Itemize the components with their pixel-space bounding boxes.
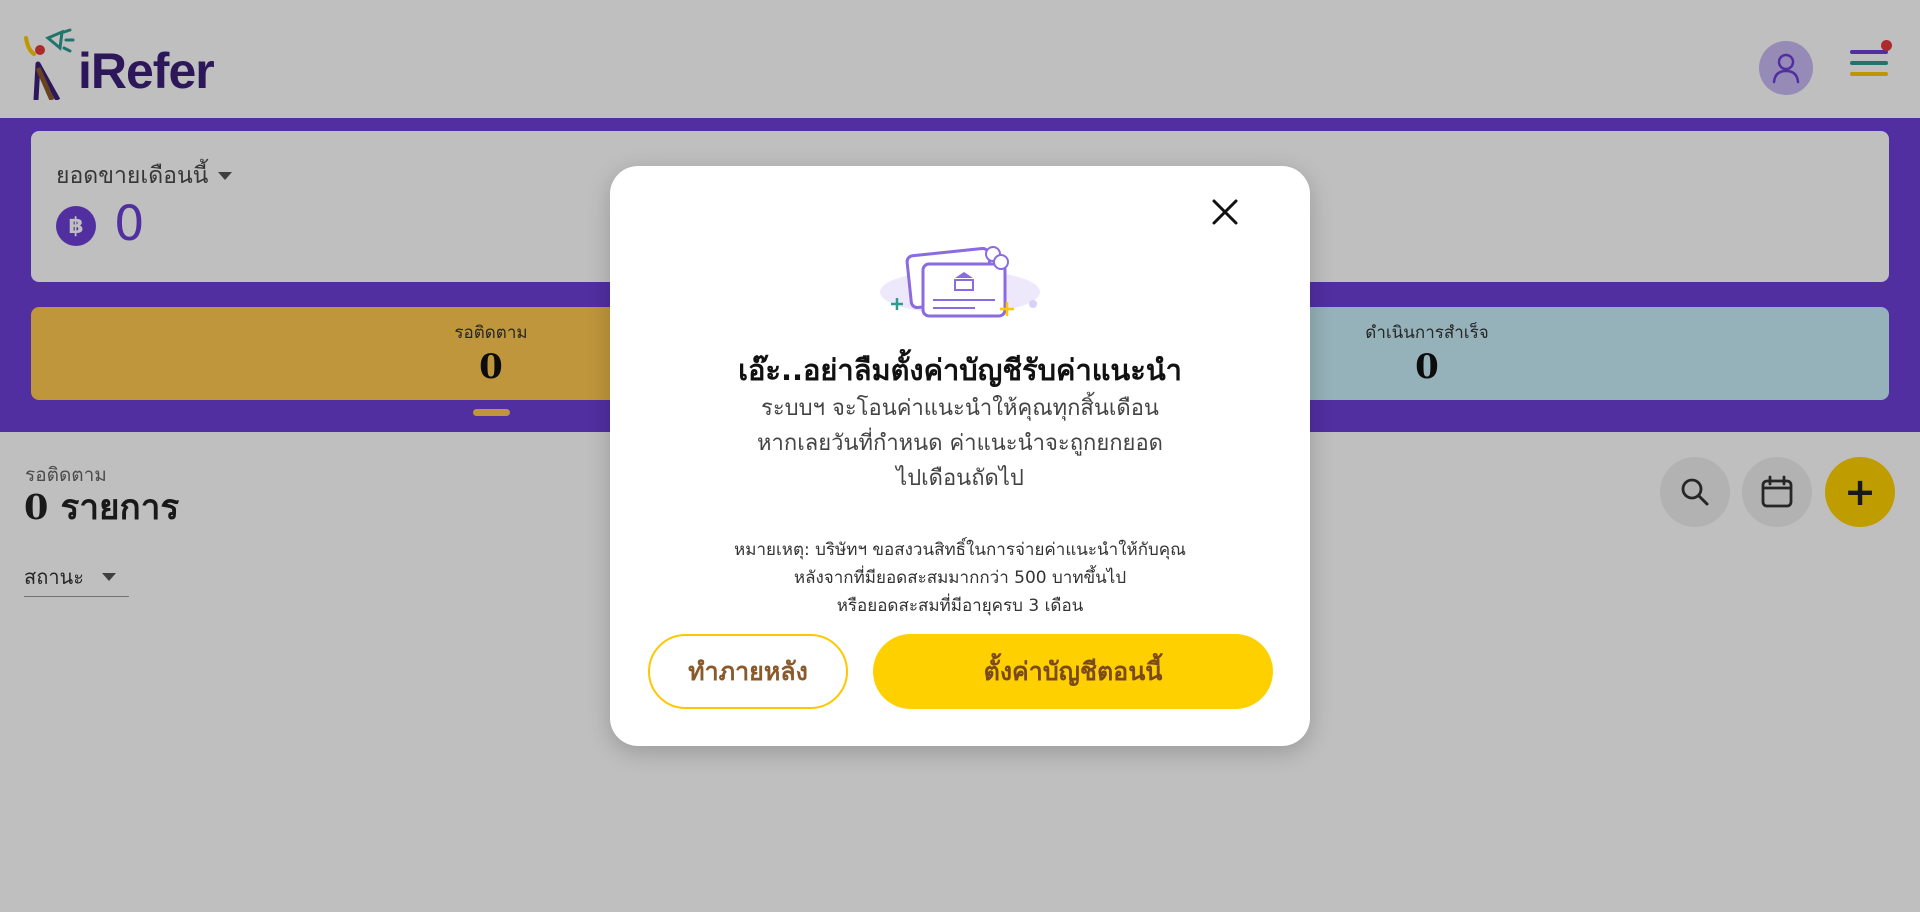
modal-body: ระบบฯ จะโอนค่าแนะนำให้คุณทุกสิ้นเดือน หา…: [610, 391, 1310, 496]
modal-title: เอ๊ะ..อย่าลืมตั้งค่าบัญชีรับค่าแนะนำ: [738, 353, 1182, 387]
modal-note-line: หรือยอดสะสมที่มีอายุครบ 3 เดือน: [836, 596, 1084, 616]
bank-card-icon: [880, 246, 1040, 318]
do-later-button[interactable]: ทำภายหลัง: [648, 634, 848, 709]
close-button[interactable]: [1205, 192, 1245, 232]
modal-note-line: หมายเหตุ: บริษัทฯ ขอสงวนสิทธิ์ในการจ่ายค…: [734, 540, 1186, 560]
modal-body-line: หากเลยวันที่กำหนด ค่าแนะนำจะถูกยกยอด: [757, 431, 1163, 456]
close-icon: [1212, 199, 1238, 225]
setup-account-modal: เอ๊ะ..อย่าลืมตั้งค่าบัญชีรับค่าแนะนำ ระบ…: [610, 166, 1310, 746]
modal-note-line: หลังจากที่มียอดสะสมมากกว่า 500 บาทขึ้นไป: [793, 568, 1127, 588]
modal-body-line: ไปเดือนถัดไป: [896, 466, 1024, 491]
setup-account-button[interactable]: ตั้งค่าบัญชีตอนนี้: [873, 634, 1273, 709]
modal-note: หมายเหตุ: บริษัทฯ ขอสงวนสิทธิ์ในการจ่ายค…: [610, 536, 1310, 620]
modal-body-line: ระบบฯ จะโอนค่าแนะนำให้คุณทุกสิ้นเดือน: [761, 396, 1159, 421]
